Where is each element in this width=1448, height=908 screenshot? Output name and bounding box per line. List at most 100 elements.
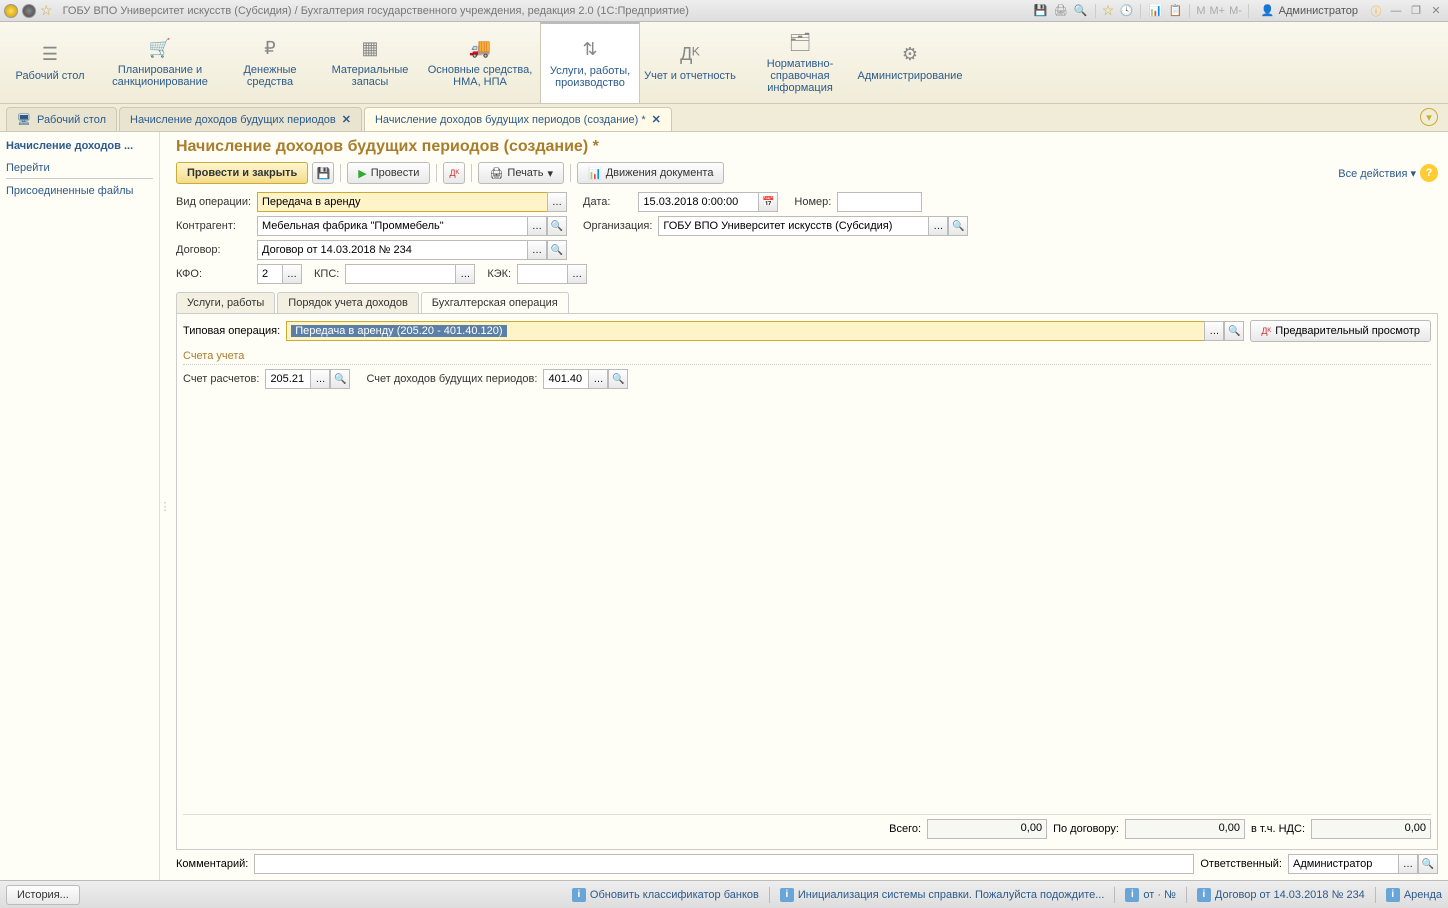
- by-contract-label: По договору:: [1053, 823, 1119, 835]
- operation-type-input[interactable]: Передача в аренду: [257, 192, 547, 212]
- kfo-input[interactable]: 2: [257, 264, 282, 284]
- save-icon[interactable]: 💾: [1033, 3, 1049, 19]
- calculator-icon[interactable]: 📊: [1147, 3, 1163, 19]
- kek-input[interactable]: [517, 264, 567, 284]
- tab-accounting-operation[interactable]: Бухгалтерская операция: [421, 292, 569, 313]
- number-input[interactable]: [837, 192, 922, 212]
- date-input[interactable]: 15.03.2018 0:00:00: [638, 192, 758, 212]
- future-income-account-label: Счет доходов будущих периодов:: [366, 373, 537, 385]
- calendar-icon[interactable]: 📋: [1167, 3, 1183, 19]
- search-icon[interactable]: 🔍: [1073, 3, 1089, 19]
- nav-services[interactable]: ⇅Услуги, работы, производство: [540, 22, 640, 103]
- organization-label: Организация:: [583, 220, 652, 232]
- typical-op-label: Типовая операция:: [183, 325, 280, 337]
- nav-admin[interactable]: ⚙Администрирование: [860, 22, 960, 103]
- search-button[interactable]: 🔍: [1418, 854, 1438, 874]
- close-icon[interactable]: ✕: [652, 113, 661, 126]
- post-button[interactable]: ▶Провести: [347, 162, 430, 184]
- m-label[interactable]: M: [1196, 5, 1205, 17]
- preview-button[interactable]: ДᴷПредварительный просмотр: [1250, 320, 1431, 342]
- ellipsis-button[interactable]: …: [1204, 321, 1224, 341]
- ellipsis-button[interactable]: …: [928, 216, 948, 236]
- splitter[interactable]: ⋮: [160, 132, 170, 880]
- contract-input[interactable]: Договор от 14.03.2018 № 234: [257, 240, 527, 260]
- separator: [471, 164, 472, 182]
- truck-icon: 🚚: [469, 38, 491, 60]
- info-icon[interactable]: ⓘ: [1368, 3, 1384, 19]
- history-button[interactable]: История...: [6, 885, 80, 905]
- settlement-account-input[interactable]: 205.21: [265, 369, 310, 389]
- restore-icon[interactable]: ❐: [1408, 3, 1424, 19]
- dk-button[interactable]: Дᴷ: [443, 162, 465, 184]
- user-badge[interactable]: 👤 Администратор: [1255, 4, 1364, 17]
- tab-income-create[interactable]: Начисление доходов будущих периодов (соз…: [364, 107, 672, 131]
- status-link-1[interactable]: iот · №: [1125, 888, 1176, 902]
- post-and-close-button[interactable]: Провести и закрыть: [176, 162, 308, 184]
- tab-income-list[interactable]: Начисление доходов будущих периодов✕: [119, 107, 362, 131]
- nav-assets[interactable]: 🚚Основные средства, НМА, НПА: [420, 22, 540, 103]
- sliders-icon: ⇅: [582, 39, 597, 61]
- search-button[interactable]: 🔍: [547, 216, 567, 236]
- save-button[interactable]: 💾: [312, 162, 334, 184]
- search-button[interactable]: 🔍: [330, 369, 350, 389]
- responsible-input[interactable]: Администратор: [1288, 854, 1398, 874]
- search-button[interactable]: 🔍: [547, 240, 567, 260]
- nav-accounting[interactable]: ДᴷУчет и отчетность: [640, 22, 740, 103]
- calendar-button[interactable]: 📅: [758, 192, 778, 212]
- clock-icon[interactable]: 🕓: [1118, 3, 1134, 19]
- nav-reference[interactable]: 🗂Нормативно-справочная информация: [740, 22, 860, 103]
- attached-files-link[interactable]: Присоединенные файлы: [6, 183, 153, 199]
- help-icon[interactable]: ?: [1420, 164, 1438, 182]
- tab-services-works[interactable]: Услуги, работы: [176, 292, 275, 313]
- ellipsis-button[interactable]: …: [527, 216, 547, 236]
- tabs-dropdown-icon[interactable]: ▾: [1420, 108, 1438, 126]
- ellipsis-button[interactable]: …: [310, 369, 330, 389]
- comment-label: Комментарий:: [176, 858, 248, 870]
- search-button[interactable]: 🔍: [1224, 321, 1244, 341]
- close-icon[interactable]: ✕: [1428, 3, 1444, 19]
- tab-income-order[interactable]: Порядок учета доходов: [277, 292, 419, 313]
- desktop-icon: 🖥: [17, 113, 31, 126]
- status-link-2[interactable]: iДоговор от 14.03.2018 № 234: [1197, 888, 1365, 902]
- nav-materials[interactable]: ▦Материальные запасы: [320, 22, 420, 103]
- separator: [1095, 4, 1096, 18]
- total-label: Всего:: [889, 823, 921, 835]
- ellipsis-button[interactable]: …: [282, 264, 302, 284]
- star-icon[interactable]: ☆: [1102, 2, 1115, 19]
- dropdown-icon[interactable]: [22, 4, 36, 18]
- typical-op-input[interactable]: Передача в аренду (205.20 - 401.40.120): [286, 321, 1204, 341]
- future-income-account-input[interactable]: 401.40: [543, 369, 588, 389]
- nav-planning[interactable]: 🛒Планирование и санкционирование: [100, 22, 220, 103]
- favorite-icon[interactable]: ☆: [40, 2, 53, 19]
- ellipsis-button[interactable]: …: [527, 240, 547, 260]
- m-minus-label[interactable]: M-: [1229, 5, 1242, 17]
- nav-cash[interactable]: ₽Денежные средства: [220, 22, 320, 103]
- m-plus-label[interactable]: M+: [1210, 5, 1226, 17]
- search-button[interactable]: 🔍: [608, 369, 628, 389]
- ellipsis-button[interactable]: …: [588, 369, 608, 389]
- document-tabs: 🖥Рабочий стол Начисление доходов будущих…: [0, 104, 1448, 132]
- minimize-icon[interactable]: —: [1388, 3, 1404, 19]
- separator: [1186, 887, 1187, 903]
- ellipsis-button[interactable]: …: [455, 264, 475, 284]
- organization-input[interactable]: ГОБУ ВПО Университет искусств (Субсидия): [658, 216, 928, 236]
- counterparty-input[interactable]: Мебельная фабрика "Проммебель": [257, 216, 527, 236]
- kps-input[interactable]: [345, 264, 455, 284]
- search-button[interactable]: 🔍: [948, 216, 968, 236]
- print-button[interactable]: 🖨 Печать ▾: [478, 162, 564, 184]
- separator: [1189, 4, 1190, 18]
- close-icon[interactable]: ✕: [342, 113, 351, 126]
- init-help-link[interactable]: iИнициализация системы справки. Пожалуйс…: [780, 888, 1105, 902]
- update-banks-link[interactable]: iОбновить классификатор банков: [572, 888, 759, 902]
- comment-input[interactable]: [254, 854, 1194, 874]
- ellipsis-button[interactable]: …: [547, 192, 567, 212]
- all-actions-link[interactable]: Все действия ▾: [1338, 167, 1416, 180]
- separator: [1248, 4, 1249, 18]
- nav-desktop[interactable]: ☰Рабочий стол: [0, 22, 100, 103]
- status-link-3[interactable]: iАренда: [1386, 888, 1442, 902]
- ellipsis-button[interactable]: …: [567, 264, 587, 284]
- print-icon[interactable]: 🖨: [1053, 3, 1069, 19]
- movements-button[interactable]: 📊 Движения документа: [577, 162, 725, 184]
- tab-desktop[interactable]: 🖥Рабочий стол: [6, 107, 117, 131]
- ellipsis-button[interactable]: …: [1398, 854, 1418, 874]
